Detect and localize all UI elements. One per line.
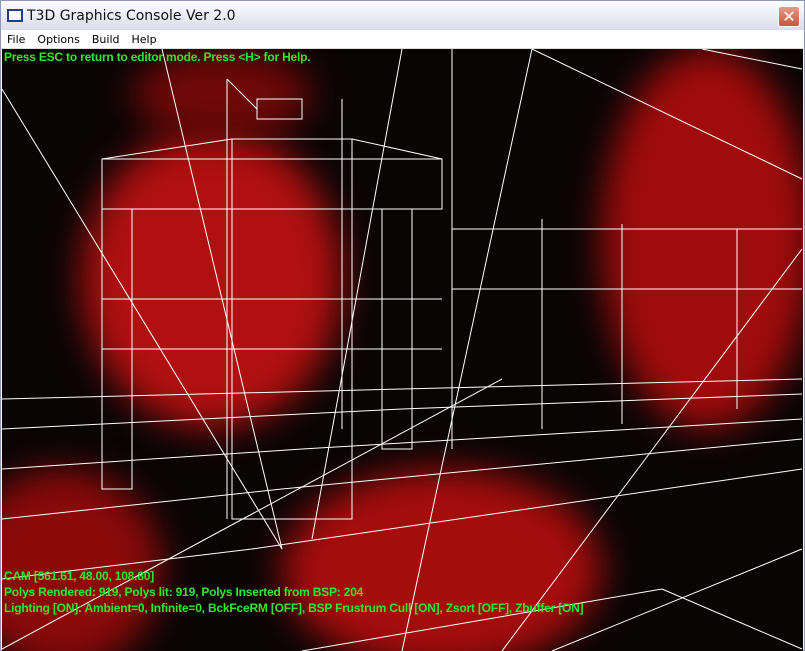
title-bar[interactable]: T3D Graphics Console Ver 2.0 ✕ <box>1 1 804 30</box>
help-text: Press ESC to return to editor mode. Pres… <box>4 50 311 64</box>
window-title: T3D Graphics Console Ver 2.0 <box>27 7 236 24</box>
polys-readout: Polys Rendered: 919, Polys lit: 919, Pol… <box>4 585 364 599</box>
wireframe-scene <box>2 49 803 651</box>
close-icon[interactable]: ✕ <box>778 6 800 27</box>
app-window: T3D Graphics Console Ver 2.0 ✕ File Opti… <box>0 0 805 651</box>
menu-file[interactable]: File <box>1 33 31 46</box>
render-viewport[interactable]: Press ESC to return to editor mode. Pres… <box>2 49 803 651</box>
menu-bar: File Options Build Help <box>1 30 804 49</box>
menu-options[interactable]: Options <box>31 33 85 46</box>
lighting-readout: Lighting [ON]: Ambient=0, Infinite=0, Bc… <box>4 601 584 615</box>
window-icon <box>7 9 23 22</box>
menu-help[interactable]: Help <box>126 33 163 46</box>
camera-readout: CAM [561.61, 48.00, 108.80] <box>4 569 155 583</box>
menu-build[interactable]: Build <box>86 33 126 46</box>
